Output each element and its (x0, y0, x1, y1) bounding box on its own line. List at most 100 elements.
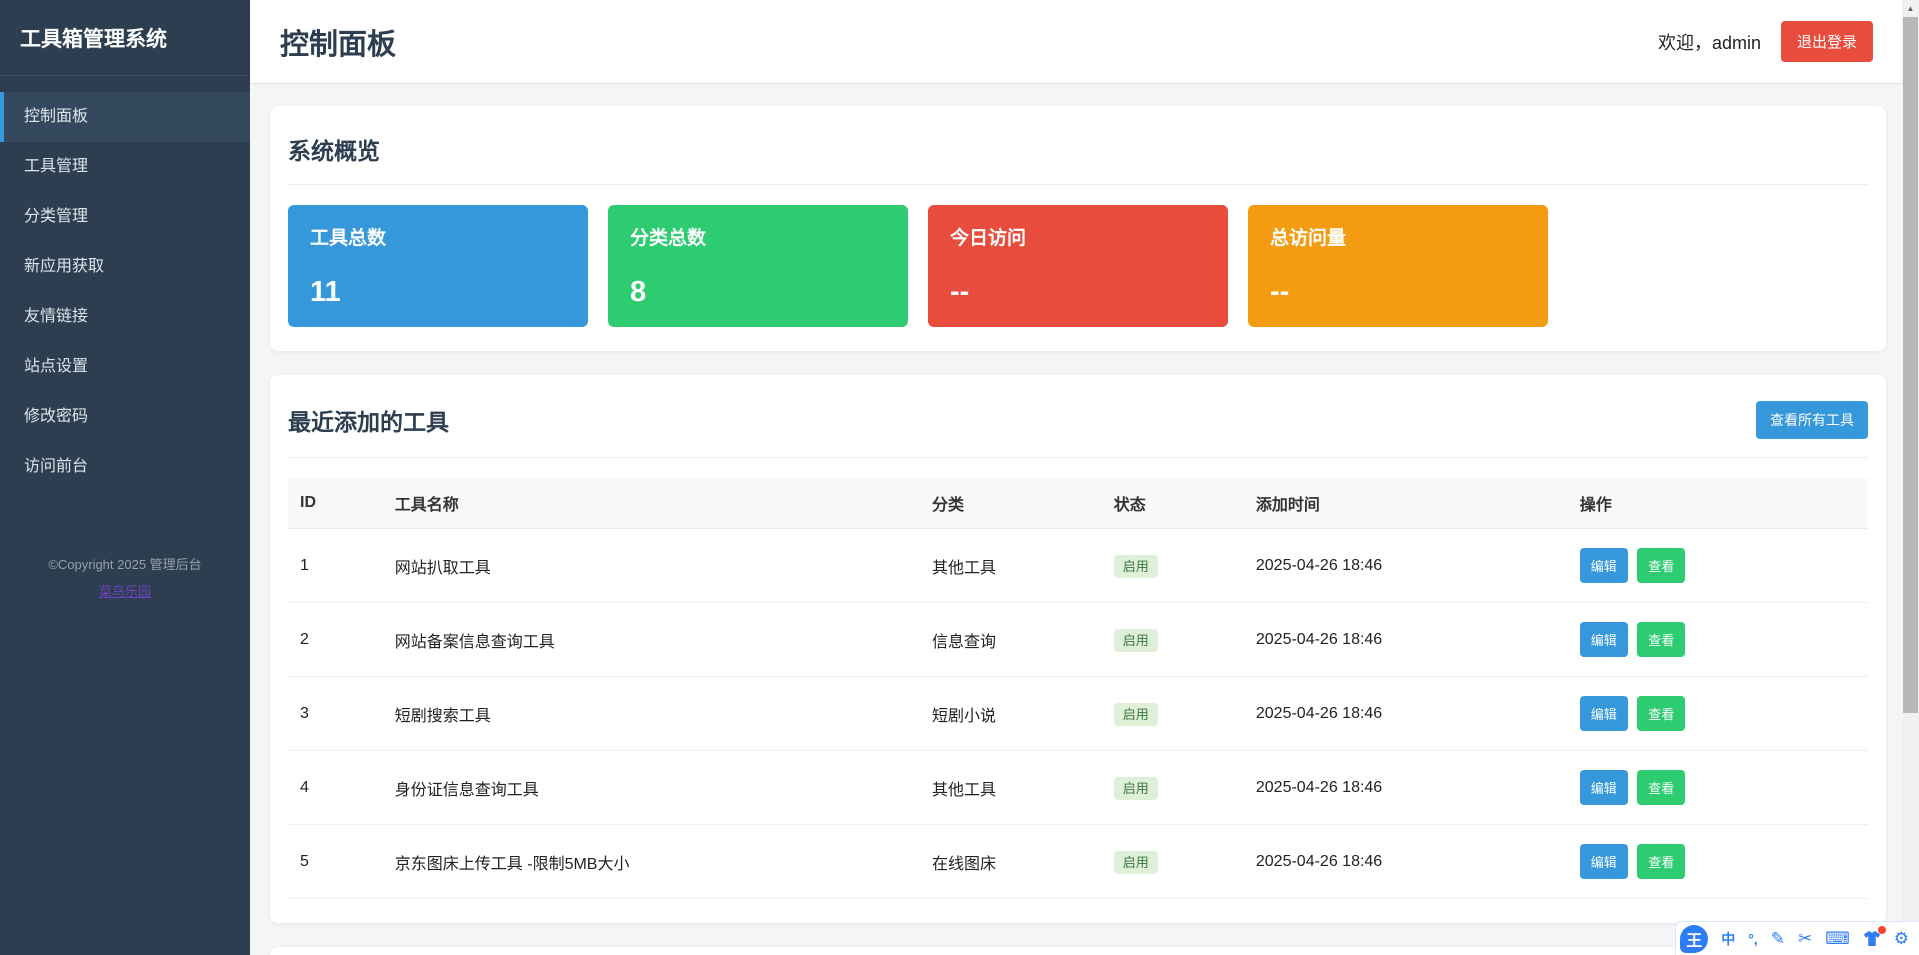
ime-logo-icon[interactable]: 王 (1680, 925, 1708, 953)
view-button[interactable]: 查看 (1637, 548, 1685, 583)
cell-status: 启用 (1102, 751, 1244, 825)
col-time: 添加时间 (1244, 478, 1568, 529)
view-button[interactable]: 查看 (1637, 770, 1685, 805)
sidebar-item[interactable]: 工具管理 (0, 142, 250, 192)
cell-actions: 编辑 查看 (1568, 603, 1868, 677)
sidebar-menu: 控制面板 工具管理 分类管理 新应用获取 友情链接 站点设置 修改密码 (0, 92, 250, 492)
sidebar-item-label: 友情链接 (24, 308, 88, 325)
sidebar-item-label: 站点设置 (24, 358, 88, 375)
view-button[interactable]: 查看 (1637, 696, 1685, 731)
view-all-tools-button[interactable]: 查看所有工具 (1756, 401, 1868, 439)
view-button[interactable]: 查看 (1637, 844, 1685, 879)
sidebar-item[interactable]: 控制面板 (0, 92, 250, 142)
stat-value: -- (950, 276, 1206, 309)
col-status: 状态 (1102, 478, 1244, 529)
ime-chinese-mode-icon[interactable]: 中 (1721, 932, 1735, 946)
cell-name: 网站扒取工具 (383, 529, 920, 603)
stat-label: 总访问量 (1270, 223, 1526, 250)
cell-actions: 编辑 查看 (1568, 825, 1868, 899)
scroll-up-arrow-icon[interactable]: ▲ (1902, 0, 1919, 17)
edit-button[interactable]: 编辑 (1580, 696, 1628, 731)
stat-value: 8 (630, 276, 886, 309)
cell-actions: 编辑 查看 (1568, 751, 1868, 825)
cell-name: 京东图床上传工具 -限制5MB大小 (383, 825, 920, 899)
ime-skin-shirt-icon[interactable] (1863, 930, 1881, 947)
recent-title: 最近添加的工具 (288, 403, 449, 437)
app-title: 工具箱管理系统 (0, 0, 250, 76)
sidebar-item[interactable]: 修改密码 (0, 392, 250, 442)
welcome-text: 欢迎，admin (1658, 29, 1761, 55)
copyright-link[interactable]: 菜鸟乐园 (99, 581, 151, 600)
cell-category: 短剧小说 (920, 677, 1102, 751)
overview-card: 系统概览 工具总数 11 分类总数 8 今日访问 -- (270, 106, 1886, 351)
ime-toolbar: 王 中 °, ✎ ✂ ⌨ ⚙ (1675, 921, 1919, 955)
cell-id: 3 (288, 677, 383, 751)
sidebar-item[interactable]: 站点设置 (0, 342, 250, 392)
recent-title-row: 最近添加的工具 查看所有工具 (288, 395, 1868, 458)
cell-id: 5 (288, 825, 383, 899)
ime-punctuation-icon[interactable]: °, (1748, 932, 1758, 946)
cell-name: 短剧搜索工具 (383, 677, 920, 751)
status-badge: 启用 (1114, 629, 1158, 652)
edit-button[interactable]: 编辑 (1580, 844, 1628, 879)
sidebar-item-label: 分类管理 (24, 208, 88, 225)
cell-category: 在线图床 (920, 825, 1102, 899)
cell-id: 2 (288, 603, 383, 677)
cell-time: 2025-04-26 18:46 (1244, 603, 1568, 677)
table-row: 1 网站扒取工具 其他工具 启用 2025-04-26 18:46 编辑 查看 (288, 529, 1868, 603)
ime-notification-dot (1878, 926, 1886, 934)
sidebar-item-label: 控制面板 (24, 108, 88, 125)
cell-category: 其他工具 (920, 751, 1102, 825)
stat-label: 工具总数 (310, 223, 566, 250)
status-badge: 启用 (1114, 555, 1158, 578)
stat-card: 今日访问 -- (928, 205, 1228, 327)
cell-status: 启用 (1102, 825, 1244, 899)
stat-value: 11 (310, 276, 566, 309)
status-badge: 启用 (1114, 851, 1158, 874)
edit-button[interactable]: 编辑 (1580, 622, 1628, 657)
sidebar: 工具箱管理系统 控制面板 工具管理 分类管理 新应用获取 友情链接 站点设置 (0, 0, 250, 955)
edit-button[interactable]: 编辑 (1580, 548, 1628, 583)
topbar: 控制面板 欢迎，admin 退出登录 (250, 0, 1919, 84)
ime-keyboard-icon[interactable]: ⌨ (1825, 930, 1850, 947)
vertical-scrollbar[interactable]: ▲ (1902, 0, 1919, 955)
status-badge: 启用 (1114, 703, 1158, 726)
cell-status: 启用 (1102, 603, 1244, 677)
quick-actions-card: 快捷操作 ⚙ (270, 947, 1886, 955)
sidebar-item-label: 工具管理 (24, 158, 88, 175)
sidebar-item-label: 新应用获取 (24, 258, 104, 275)
overview-title: 系统概览 (288, 132, 380, 166)
sidebar-item[interactable]: 友情链接 (0, 292, 250, 342)
cell-category: 信息查询 (920, 603, 1102, 677)
logout-button[interactable]: 退出登录 (1781, 21, 1873, 62)
sidebar-item-label: 访问前台 (24, 458, 88, 475)
cell-id: 1 (288, 529, 383, 603)
cell-time: 2025-04-26 18:46 (1244, 529, 1568, 603)
stat-card: 工具总数 11 (288, 205, 588, 327)
view-button[interactable]: 查看 (1637, 622, 1685, 657)
sidebar-item[interactable]: 访问前台 (0, 442, 250, 492)
sidebar-item[interactable]: 新应用获取 (0, 242, 250, 292)
sidebar-item-label: 修改密码 (24, 408, 88, 425)
main-content: 系统概览 工具总数 11 分类总数 8 今日访问 -- (250, 84, 1902, 955)
cell-name: 身份证信息查询工具 (383, 751, 920, 825)
sidebar-footer: ©Copyright 2025 管理后台 菜鸟乐园 (0, 554, 250, 601)
edit-button[interactable]: 编辑 (1580, 770, 1628, 805)
page-title: 控制面板 (280, 21, 396, 63)
cell-status: 启用 (1102, 677, 1244, 751)
stat-label: 今日访问 (950, 223, 1206, 250)
cell-time: 2025-04-26 18:46 (1244, 677, 1568, 751)
copyright-text: ©Copyright 2025 管理后台 (0, 554, 250, 573)
col-name: 工具名称 (383, 478, 920, 529)
ime-scissors-icon[interactable]: ✂ (1798, 930, 1812, 947)
stats-row: 工具总数 11 分类总数 8 今日访问 -- 总访问量 -- (288, 205, 1868, 327)
ime-handwriting-pencil-icon[interactable]: ✎ (1771, 930, 1785, 947)
scrollbar-thumb[interactable] (1903, 17, 1918, 713)
recent-tools-card: 最近添加的工具 查看所有工具 ID 工具名称 分类 状态 添加时间 操作 (270, 375, 1886, 923)
sidebar-item[interactable]: 分类管理 (0, 192, 250, 242)
table-row: 4 身份证信息查询工具 其他工具 启用 2025-04-26 18:46 编辑 … (288, 751, 1868, 825)
stat-card: 总访问量 -- (1248, 205, 1548, 327)
col-category: 分类 (920, 478, 1102, 529)
cell-id: 4 (288, 751, 383, 825)
ime-settings-gear-icon[interactable]: ⚙ (1894, 930, 1909, 947)
